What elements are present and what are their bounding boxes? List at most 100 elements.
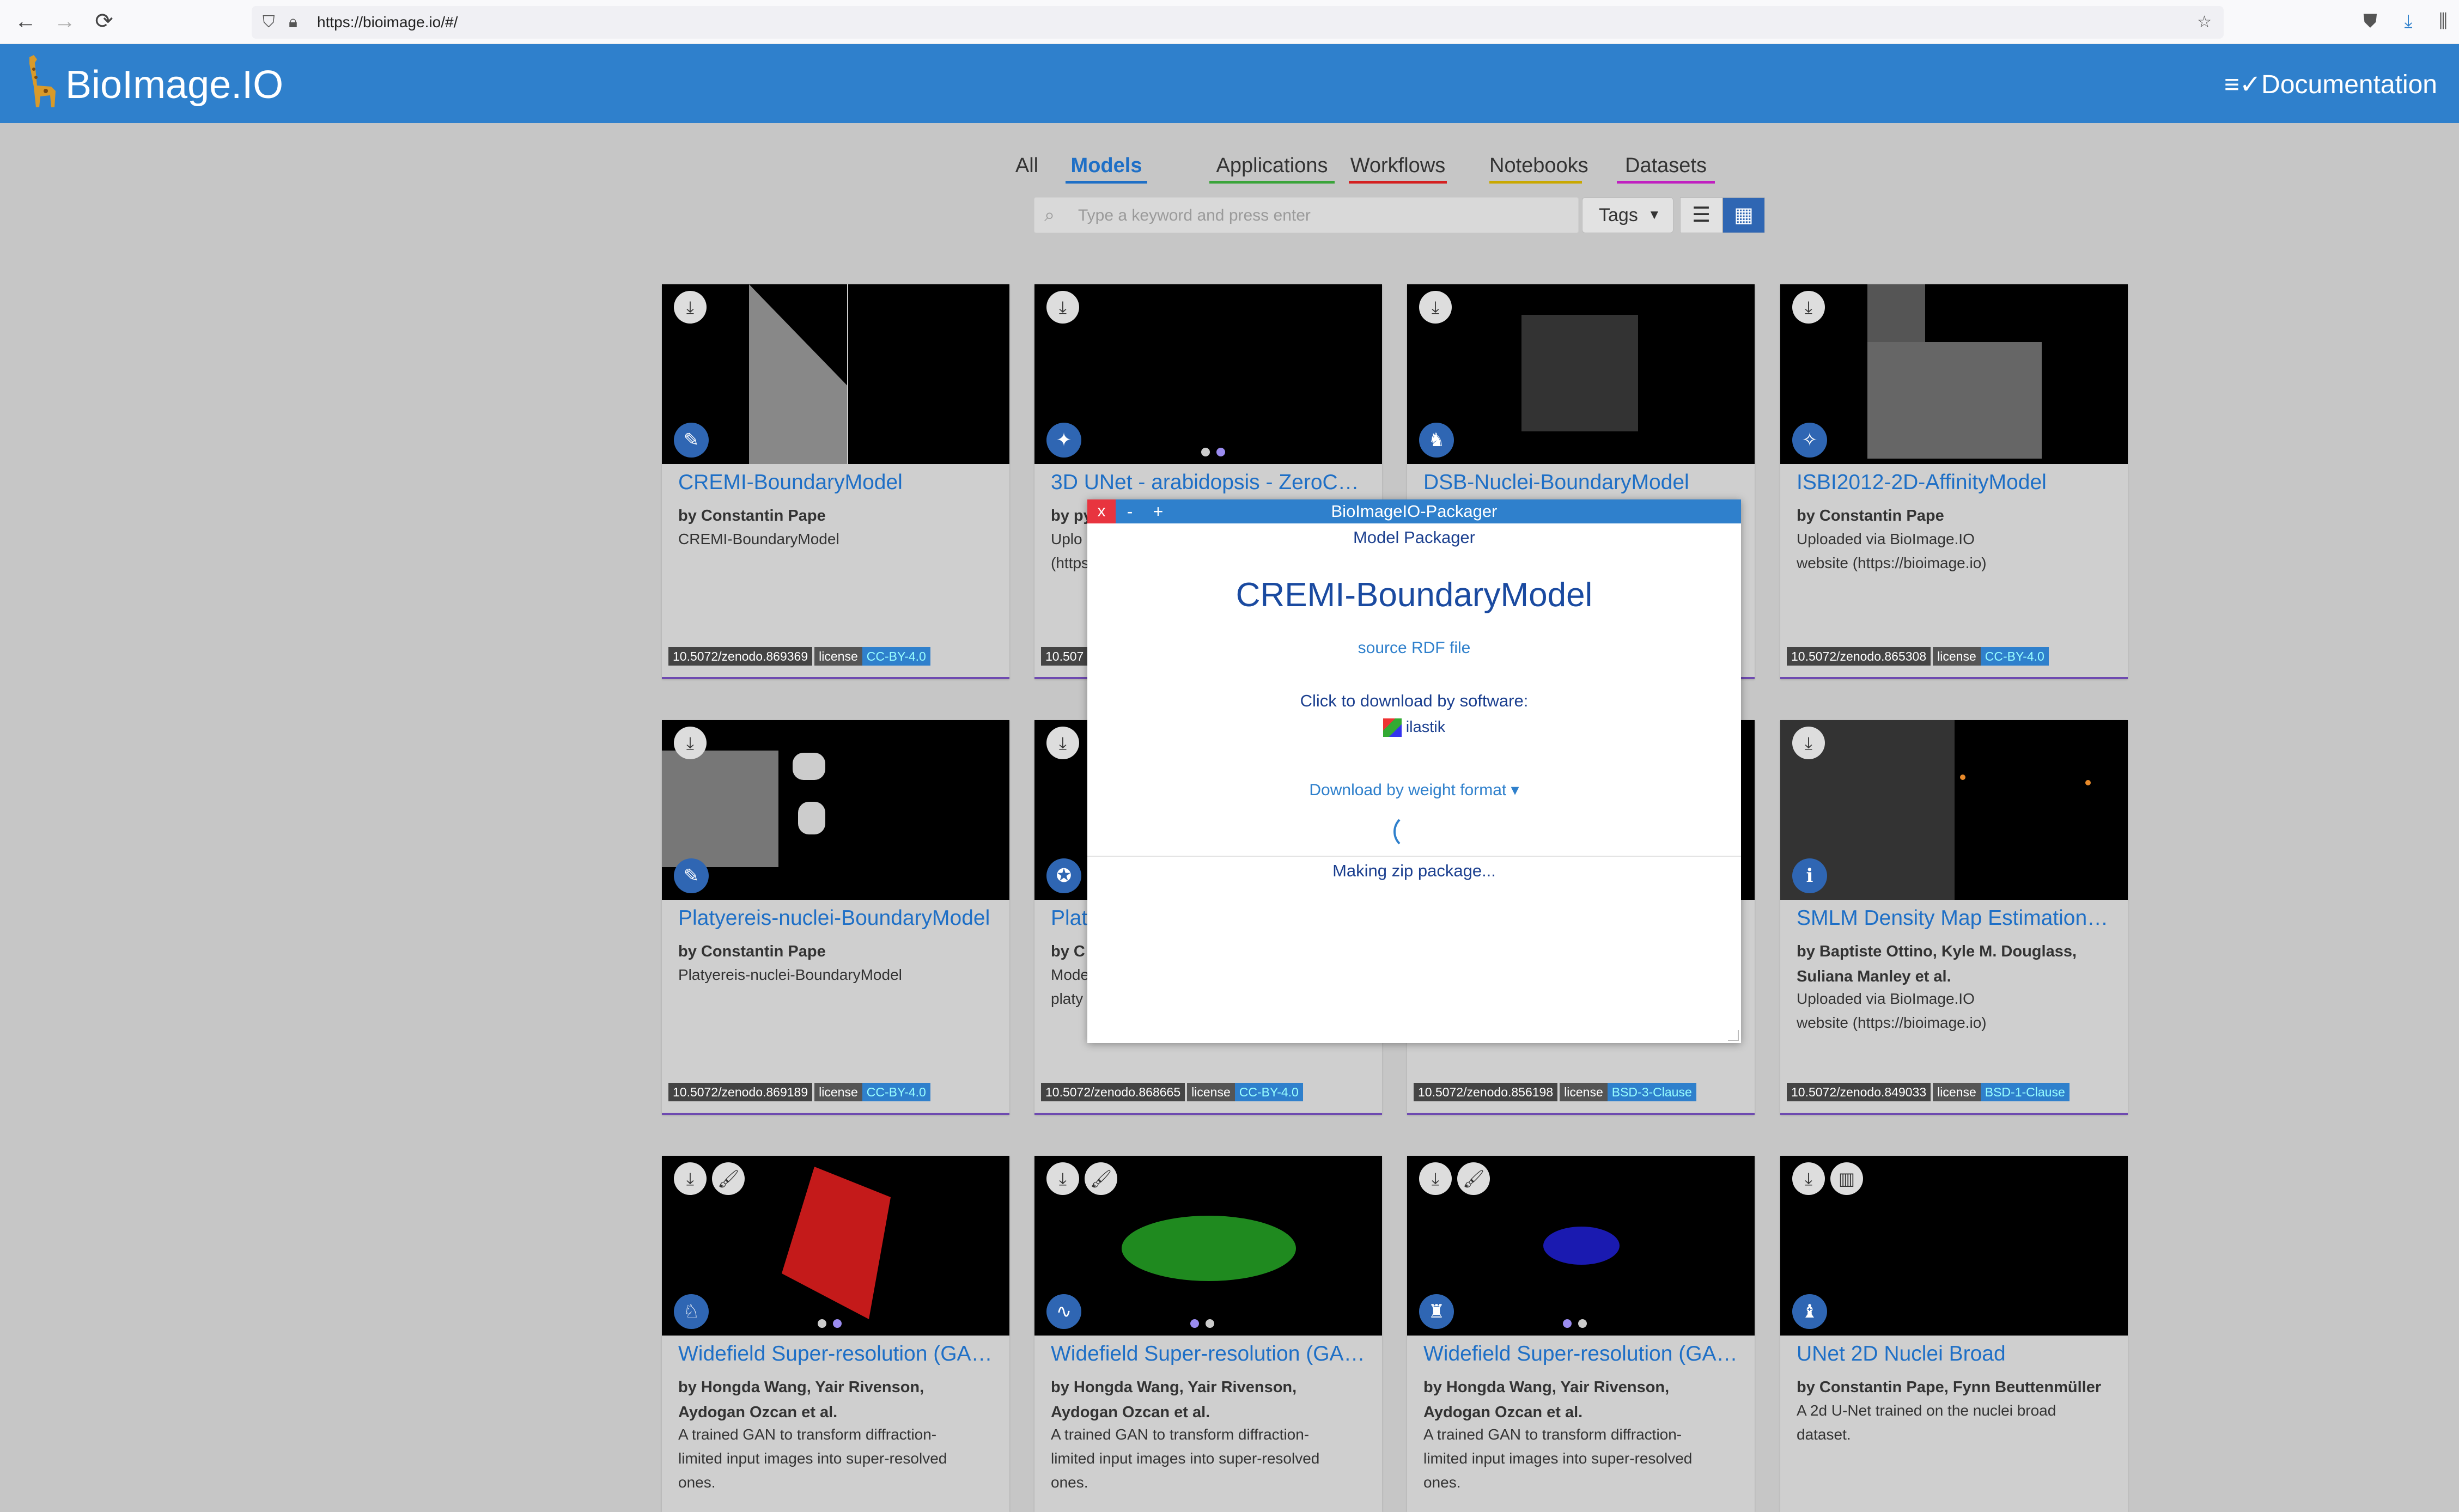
card-authors: by Constantin Pape	[678, 943, 826, 960]
maximize-button[interactable]: +	[1144, 499, 1172, 523]
doi-badge[interactable]: 10.5072/zenodo.865308	[1787, 647, 1931, 666]
doi-badge[interactable]: 10.5072/zenodo.869189	[668, 1083, 813, 1101]
download-icon[interactable]: ⤓	[1046, 291, 1079, 324]
model-icon: ♜	[1419, 1294, 1454, 1329]
weight-format-label[interactable]: Download by weight format ▾	[1309, 781, 1519, 799]
download-icon[interactable]: ⤓	[1046, 727, 1079, 759]
download-icon[interactable]: ⤓	[674, 291, 707, 324]
model-card[interactable]: ⤓ ▥ ♝ UNet 2D Nuclei Broad by Constantin…	[1780, 1156, 2128, 1512]
download-icon[interactable]: ⤓	[1792, 291, 1825, 324]
notebook-icon[interactable]: 🖌︎	[712, 1162, 745, 1195]
caret-down-icon: ▼	[1648, 208, 1661, 222]
tab-models[interactable]: Models	[1066, 150, 1147, 184]
tab-notebooks[interactable]: Notebooks	[1489, 150, 1588, 184]
tab-workflows[interactable]: Workflows	[1349, 150, 1447, 184]
model-icon: ✪	[1046, 858, 1081, 893]
download-icon[interactable]: ⤓	[1419, 1162, 1452, 1195]
license-badge: CC-BY-4.0	[862, 647, 930, 666]
card-authors: by Constantin Pape, Fynn Beuttenmüller	[1797, 1379, 2102, 1396]
license-badge: CC-BY-4.0	[862, 1083, 930, 1101]
card-cover-image: ⤓ ▥ ♝	[1780, 1156, 2128, 1336]
card-authors: by Constantin Pape	[1797, 507, 1944, 525]
downloads-icon[interactable]: ⤓	[2395, 8, 2422, 35]
card-title[interactable]: Widefield Super-resolution (GA…	[1423, 1342, 1742, 1366]
tab-all[interactable]: All	[1008, 150, 1046, 184]
doi-badge[interactable]: 10.507	[1041, 647, 1088, 666]
loading-spinner-icon	[1393, 814, 1429, 850]
license-label: license	[1933, 647, 1981, 666]
tab-datasets[interactable]: Datasets	[1617, 150, 1715, 184]
card-description: Uplo (https	[1051, 531, 1089, 571]
software-link[interactable]: ilastik	[1087, 718, 1741, 737]
license-label: license	[814, 1083, 862, 1101]
card-description: A trained GAN to transform diffraction-l…	[1423, 1426, 1693, 1491]
model-card[interactable]: ⤓ 🖌︎ ♜ Widefield Super-resolution (GA… b…	[1407, 1156, 1755, 1512]
status-text: Making zip package...	[1332, 861, 1496, 880]
documentation-link[interactable]: ≡✓Documentation	[2224, 66, 2437, 104]
download-icon[interactable]: ⤓	[1792, 727, 1825, 759]
doi-badge[interactable]: 10.5072/zenodo.856198	[1414, 1083, 1558, 1101]
download-icon[interactable]: ⤓	[1046, 1162, 1079, 1195]
card-authors: by Hongda Wang, Yair Rivenson, Aydogan O…	[678, 1379, 924, 1421]
close-button[interactable]: x	[1087, 499, 1116, 523]
card-title[interactable]: UNet 2D Nuclei Broad	[1797, 1342, 2115, 1366]
notebook-icon[interactable]: 🖌︎	[1457, 1162, 1490, 1195]
model-card[interactable]: ⤓ 🖌︎ ∿ Widefield Super-resolution (GA… b…	[1034, 1156, 1382, 1512]
card-cover-image: ⤓ ✦	[1034, 284, 1382, 464]
pocket-icon[interactable]: ⛊	[2357, 8, 2384, 35]
tab-applications[interactable]: Applications	[1209, 150, 1335, 184]
card-cover-image: ⤓ ✧	[1780, 284, 2128, 464]
dialog-titlebar[interactable]: BioImageIO-Packager x - +	[1087, 499, 1741, 523]
search-input[interactable]	[1077, 203, 1559, 228]
source-rdf-link-text[interactable]: source RDF file	[1358, 639, 1471, 657]
forward-button[interactable]: →	[51, 8, 78, 35]
model-card[interactable]: ⤓ ✧ ISBI2012-2D-AffinityModel by Constan…	[1780, 284, 2128, 679]
doi-badge[interactable]: 10.5072/zenodo.869369	[668, 647, 813, 666]
library-icon[interactable]: ⫼	[2430, 8, 2457, 35]
card-cover-image: ⤓ ℹ	[1780, 720, 2128, 900]
lock-icon: 🔒︎	[289, 13, 297, 31]
app-title[interactable]: BioImage.IO	[65, 60, 283, 109]
card-title[interactable]: Widefield Super-resolution (GA…	[1051, 1342, 1370, 1366]
download-icon[interactable]: ⤓	[1419, 291, 1452, 324]
back-button[interactable]: ←	[12, 8, 39, 35]
card-title[interactable]: 3D UNet - arabidopsis - ZeroC…	[1051, 471, 1370, 495]
card-description: Uploaded via BioImage.IO website (https:…	[1797, 990, 1987, 1031]
card-title[interactable]: Platyereis-nuclei-BoundaryModel	[678, 906, 997, 930]
notebook-icon[interactable]: 🖌︎	[1085, 1162, 1117, 1195]
card-title[interactable]: Widefield Super-resolution (GA…	[678, 1342, 997, 1366]
list-view-button[interactable]: ☰	[1680, 197, 1722, 233]
search-icon: ⌕	[1044, 205, 1055, 225]
model-icon: ♘	[674, 1294, 709, 1329]
model-card[interactable]: ⤓ ℹ SMLM Density Map Estimation… by Bapt…	[1780, 720, 2128, 1115]
tags-dropdown[interactable]: Tags ▼	[1582, 197, 1673, 233]
download-icon[interactable]: ⤓	[674, 727, 707, 759]
reload-button[interactable]: ⟳	[90, 8, 118, 35]
giraffe-logo-icon[interactable]	[13, 53, 62, 113]
ilastik-label: ilastik	[1405, 718, 1446, 736]
card-title[interactable]: SMLM Density Map Estimation…	[1797, 906, 2115, 930]
download-icon[interactable]: ⤓	[1792, 1162, 1825, 1195]
model-card[interactable]: ⤓ ✎ Platyereis-nuclei-BoundaryModel by C…	[662, 720, 1009, 1115]
model-card[interactable]: ⤓ ✎ CREMI-BoundaryModel by Constantin Pa…	[662, 284, 1009, 679]
model-icon: ✧	[1792, 423, 1827, 458]
doi-badge[interactable]: 10.5072/zenodo.868665	[1041, 1083, 1185, 1101]
download-prompt: Click to download by software:	[1300, 691, 1529, 710]
download-icon[interactable]: ⤓	[674, 1162, 707, 1195]
grid-view-button[interactable]: ▦	[1722, 197, 1765, 233]
model-icon: ✎	[674, 858, 709, 893]
minimize-button[interactable]: -	[1116, 499, 1144, 523]
divider	[1087, 856, 1741, 857]
app-icon[interactable]: ▥	[1830, 1162, 1863, 1195]
dialog-heading: Model Packager	[1353, 528, 1475, 547]
resize-handle[interactable]	[1728, 1030, 1739, 1041]
card-title[interactable]: CREMI-BoundaryModel	[678, 471, 997, 495]
tags-label: Tags	[1599, 205, 1638, 225]
model-card[interactable]: ⤓ 🖌︎ ♘ Widefield Super-resolution (GA… b…	[662, 1156, 1009, 1512]
bookmark-star-icon[interactable]: ☆	[2197, 6, 2212, 39]
url-bar[interactable]: ⛉ 🔒︎ https://bioimage.io/#/ ☆	[252, 6, 2224, 39]
doi-badge[interactable]: 10.5072/zenodo.849033	[1787, 1083, 1931, 1101]
card-title[interactable]: ISBI2012-2D-AffinityModel	[1797, 471, 2115, 495]
card-title[interactable]: DSB-Nuclei-BoundaryModel	[1423, 471, 1742, 495]
badge-row: 10.5072/zenodo.865308 license CC-BY-4.0	[1787, 647, 2049, 666]
